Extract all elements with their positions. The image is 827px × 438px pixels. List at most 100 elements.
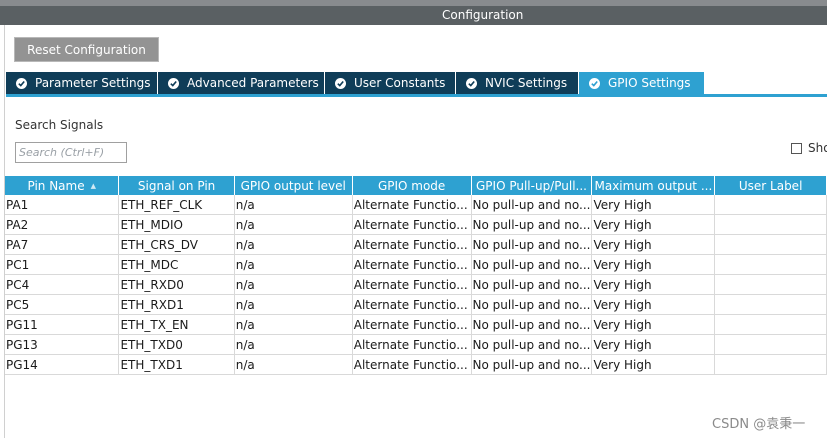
signal-cell: ETH_TXD1: [118, 354, 235, 375]
pin-name-cell: PC5: [5, 294, 120, 315]
pull-cell: No pull-up and no...: [471, 294, 593, 315]
output-level-cell: n/a: [234, 294, 353, 315]
max-output-cell: Very High: [591, 294, 716, 315]
settings-tabs: Parameter Settings Advanced Parameters U…: [6, 72, 705, 94]
signal-cell: ETH_TX_EN: [118, 314, 235, 335]
max-output-cell: Very High: [591, 195, 716, 215]
pull-cell: No pull-up and no...: [471, 214, 593, 235]
user-label-cell[interactable]: [714, 234, 827, 255]
gpio-mode-cell: Alternate Functio...: [352, 354, 472, 375]
search-input[interactable]: [15, 142, 127, 163]
user-label-cell[interactable]: [714, 334, 827, 355]
max-output-cell: Very High: [591, 234, 716, 255]
table-row[interactable]: PC5 ETH_RXD1 n/a Alternate Functio... No…: [5, 294, 827, 315]
table-row[interactable]: PA1 ETH_REF_CLK n/a Alternate Functio...…: [5, 195, 827, 215]
table-row[interactable]: PG11 ETH_TX_EN n/a Alternate Functio... …: [5, 314, 827, 335]
tab-label: GPIO Settings: [608, 76, 691, 90]
output-level-cell: n/a: [234, 334, 353, 355]
show-checkbox-label: Sho: [808, 141, 827, 155]
gpio-mode-cell: Alternate Functio...: [352, 214, 472, 235]
table-row[interactable]: PA7 ETH_CRS_DV n/a Alternate Functio... …: [5, 234, 827, 255]
column-header-label: Pin Name: [27, 178, 85, 193]
max-output-cell: Very High: [591, 334, 716, 355]
output-level-cell: n/a: [234, 214, 353, 235]
watermark: CSDN @袁秉一: [712, 417, 806, 432]
max-output-cell: Very High: [591, 314, 716, 335]
output-level-cell: n/a: [234, 354, 353, 375]
tab-user-constants[interactable]: User Constants: [325, 72, 456, 94]
column-header-gpio-mode[interactable]: GPIO mode: [352, 176, 472, 195]
user-label-cell[interactable]: [714, 274, 827, 295]
signal-cell: ETH_CRS_DV: [118, 234, 235, 255]
user-label-cell[interactable]: [714, 294, 827, 315]
tab-label: NVIC Settings: [485, 76, 568, 90]
pin-name-cell: PA7: [5, 234, 120, 255]
tab-nvic-settings[interactable]: NVIC Settings: [456, 72, 579, 94]
table-header-row: Pin Name ▲ Signal on Pin GPIO output leve…: [5, 176, 827, 195]
user-label-cell[interactable]: [714, 254, 827, 275]
user-label-cell[interactable]: [714, 314, 827, 335]
pull-cell: No pull-up and no...: [471, 274, 593, 295]
output-level-cell: n/a: [234, 274, 353, 295]
gpio-mode-cell: Alternate Functio...: [352, 314, 472, 335]
column-header-pin-name[interactable]: Pin Name ▲: [5, 176, 120, 195]
check-circle-icon: [466, 77, 477, 89]
signal-cell: ETH_RXD0: [118, 274, 235, 295]
tab-gpio-settings[interactable]: GPIO Settings: [579, 72, 705, 94]
pin-name-cell: PG14: [5, 354, 120, 375]
table-row[interactable]: PC4 ETH_RXD0 n/a Alternate Functio... No…: [5, 274, 827, 295]
pin-name-cell: PA2: [5, 214, 120, 235]
user-label-cell[interactable]: [714, 354, 827, 375]
reset-configuration-button[interactable]: Reset Configuration: [14, 37, 159, 62]
tab-parameter-settings[interactable]: Parameter Settings: [6, 72, 158, 94]
check-circle-icon: [16, 77, 27, 89]
pull-cell: No pull-up and no...: [471, 234, 593, 255]
gpio-mode-cell: Alternate Functio...: [352, 274, 472, 295]
show-checkbox[interactable]: [791, 143, 802, 154]
pin-name-cell: PC4: [5, 274, 120, 295]
output-level-cell: n/a: [234, 314, 353, 335]
column-header-gpio-pull[interactable]: GPIO Pull-up/Pull...: [471, 176, 593, 195]
tab-label: Advanced Parameters: [187, 76, 319, 90]
table-row[interactable]: PG14 ETH_TXD1 n/a Alternate Functio... N…: [5, 354, 827, 375]
table-row[interactable]: PC1 ETH_MDC n/a Alternate Functio... No …: [5, 254, 827, 275]
pin-name-cell: PC1: [5, 254, 120, 275]
table-row[interactable]: PG13 ETH_TXD0 n/a Alternate Functio... N…: [5, 334, 827, 355]
signal-cell: ETH_RXD1: [118, 294, 235, 315]
pull-cell: No pull-up and no...: [471, 314, 593, 335]
search-signals-label: Search Signals: [15, 118, 104, 132]
column-header-signal-on-pin[interactable]: Signal on Pin: [118, 176, 235, 195]
tab-advanced-parameters[interactable]: Advanced Parameters: [158, 72, 325, 94]
column-header-gpio-output-level[interactable]: GPIO output level: [234, 176, 353, 195]
pull-cell: No pull-up and no...: [471, 354, 593, 375]
gpio-signal-table: Pin Name ▲ Signal on Pin GPIO output leve…: [5, 176, 827, 375]
table-row[interactable]: PA2 ETH_MDIO n/a Alternate Functio... No…: [5, 214, 827, 235]
signal-cell: ETH_MDIO: [118, 214, 235, 235]
max-output-cell: Very High: [591, 274, 716, 295]
pull-cell: No pull-up and no...: [471, 254, 593, 275]
user-label-cell[interactable]: [714, 214, 827, 235]
output-level-cell: n/a: [234, 234, 353, 255]
tab-label: User Constants: [354, 76, 446, 90]
check-circle-icon: [168, 77, 179, 89]
pin-name-cell: PG11: [5, 314, 120, 335]
check-circle-icon: [589, 77, 600, 89]
pull-cell: No pull-up and no...: [471, 334, 593, 355]
user-label-cell[interactable]: [714, 195, 827, 215]
window-title: Configuration: [442, 8, 524, 22]
pin-name-cell: PG13: [5, 334, 120, 355]
column-header-user-label[interactable]: User Label: [714, 176, 827, 195]
tab-label: Parameter Settings: [35, 76, 151, 90]
column-header-maximum-output[interactable]: Maximum output ...: [591, 176, 716, 195]
signal-cell: ETH_MDC: [118, 254, 235, 275]
output-level-cell: n/a: [234, 254, 353, 275]
gpio-mode-cell: Alternate Functio...: [352, 294, 472, 315]
sort-ascending-icon: ▲: [90, 182, 96, 190]
gpio-mode-cell: Alternate Functio...: [352, 334, 472, 355]
pull-cell: No pull-up and no...: [471, 195, 593, 215]
tab-underline: [6, 94, 827, 97]
check-circle-icon: [335, 77, 346, 89]
gpio-mode-cell: Alternate Functio...: [352, 195, 472, 215]
max-output-cell: Very High: [591, 254, 716, 275]
max-output-cell: Very High: [591, 214, 716, 235]
